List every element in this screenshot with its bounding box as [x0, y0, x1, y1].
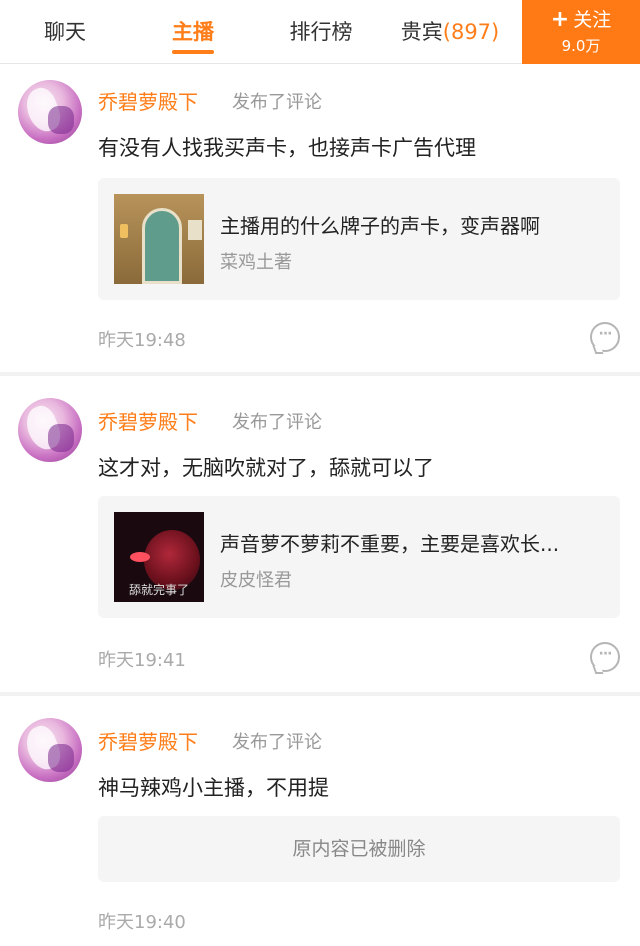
tab-vip-label: 贵宾 — [400, 20, 443, 44]
follow-label: 关注 — [573, 9, 612, 31]
tab-host[interactable]: 主播 — [158, 0, 228, 64]
plus-icon: + — [550, 7, 570, 32]
comment-content: 这才对，无脑吹就对了，舔就可以了 — [98, 456, 434, 480]
feed-item: 乔碧萝殿下 发布了评论 有没有人找我买声卡，也接声卡广告代理 主播用的什么牌子的… — [0, 64, 640, 372]
quote-thumbnail — [114, 194, 204, 284]
comment-content: 神马辣鸡小主播，不用提 — [98, 776, 329, 800]
tab-host-label: 主播 — [172, 20, 214, 44]
quoted-post[interactable]: 舔就完事了 声音萝不萝莉不重要，主要是喜欢长... 皮皮怪君 — [98, 496, 620, 618]
action-text: 发布了评论 — [232, 732, 322, 753]
thumbnail-caption: 舔就完事了 — [128, 583, 189, 597]
avatar[interactable] — [18, 80, 82, 144]
comment-content: 有没有人找我买声卡，也接声卡广告代理 — [98, 136, 476, 160]
avatar[interactable] — [18, 398, 82, 462]
top-tab-bar: 聊天 主播 排行榜 贵宾(897) + 关注 9.0万 — [0, 0, 640, 64]
tab-vip[interactable]: 贵宾(897) — [400, 0, 500, 64]
follower-count: 9.0万 — [561, 37, 601, 55]
quote-author: 菜鸡土著 — [220, 252, 292, 273]
active-tab-indicator — [172, 50, 214, 54]
quote-text: 声音萝不萝莉不重要，主要是喜欢长... — [220, 532, 560, 556]
follow-button[interactable]: + 关注 9.0万 — [522, 0, 640, 64]
tab-rank[interactable]: 排行榜 — [276, 0, 366, 64]
quote-thumbnail: 舔就完事了 — [114, 512, 204, 602]
comment-icon[interactable] — [590, 642, 620, 674]
avatar[interactable] — [18, 718, 82, 782]
timestamp: 昨天19:48 — [98, 330, 186, 351]
tab-chat[interactable]: 聊天 — [30, 0, 100, 64]
quote-author: 皮皮怪君 — [220, 570, 292, 591]
action-text: 发布了评论 — [232, 412, 322, 433]
quoted-post[interactable]: 主播用的什么牌子的声卡，变声器啊 菜鸡土著 — [98, 178, 620, 300]
feed-item: 乔碧萝殿下 发布了评论 这才对，无脑吹就对了，舔就可以了 舔就完事了 声音萝不萝… — [0, 376, 640, 692]
user-name[interactable]: 乔碧萝殿下 — [98, 86, 198, 115]
feed-item: 乔碧萝殿下 发布了评论 神马辣鸡小主播，不用提 原内容已被删除 昨天19:40 — [0, 696, 640, 946]
user-name[interactable]: 乔碧萝殿下 — [98, 406, 198, 435]
user-name[interactable]: 乔碧萝殿下 — [98, 726, 198, 755]
vip-count: (897) — [442, 20, 500, 44]
timestamp: 昨天19:40 — [98, 912, 186, 933]
comment-icon[interactable] — [590, 322, 620, 354]
quote-text: 主播用的什么牌子的声卡，变声器啊 — [220, 214, 540, 238]
action-text: 发布了评论 — [232, 92, 322, 113]
timestamp: 昨天19:41 — [98, 650, 186, 671]
deleted-content-notice: 原内容已被删除 — [98, 816, 620, 882]
